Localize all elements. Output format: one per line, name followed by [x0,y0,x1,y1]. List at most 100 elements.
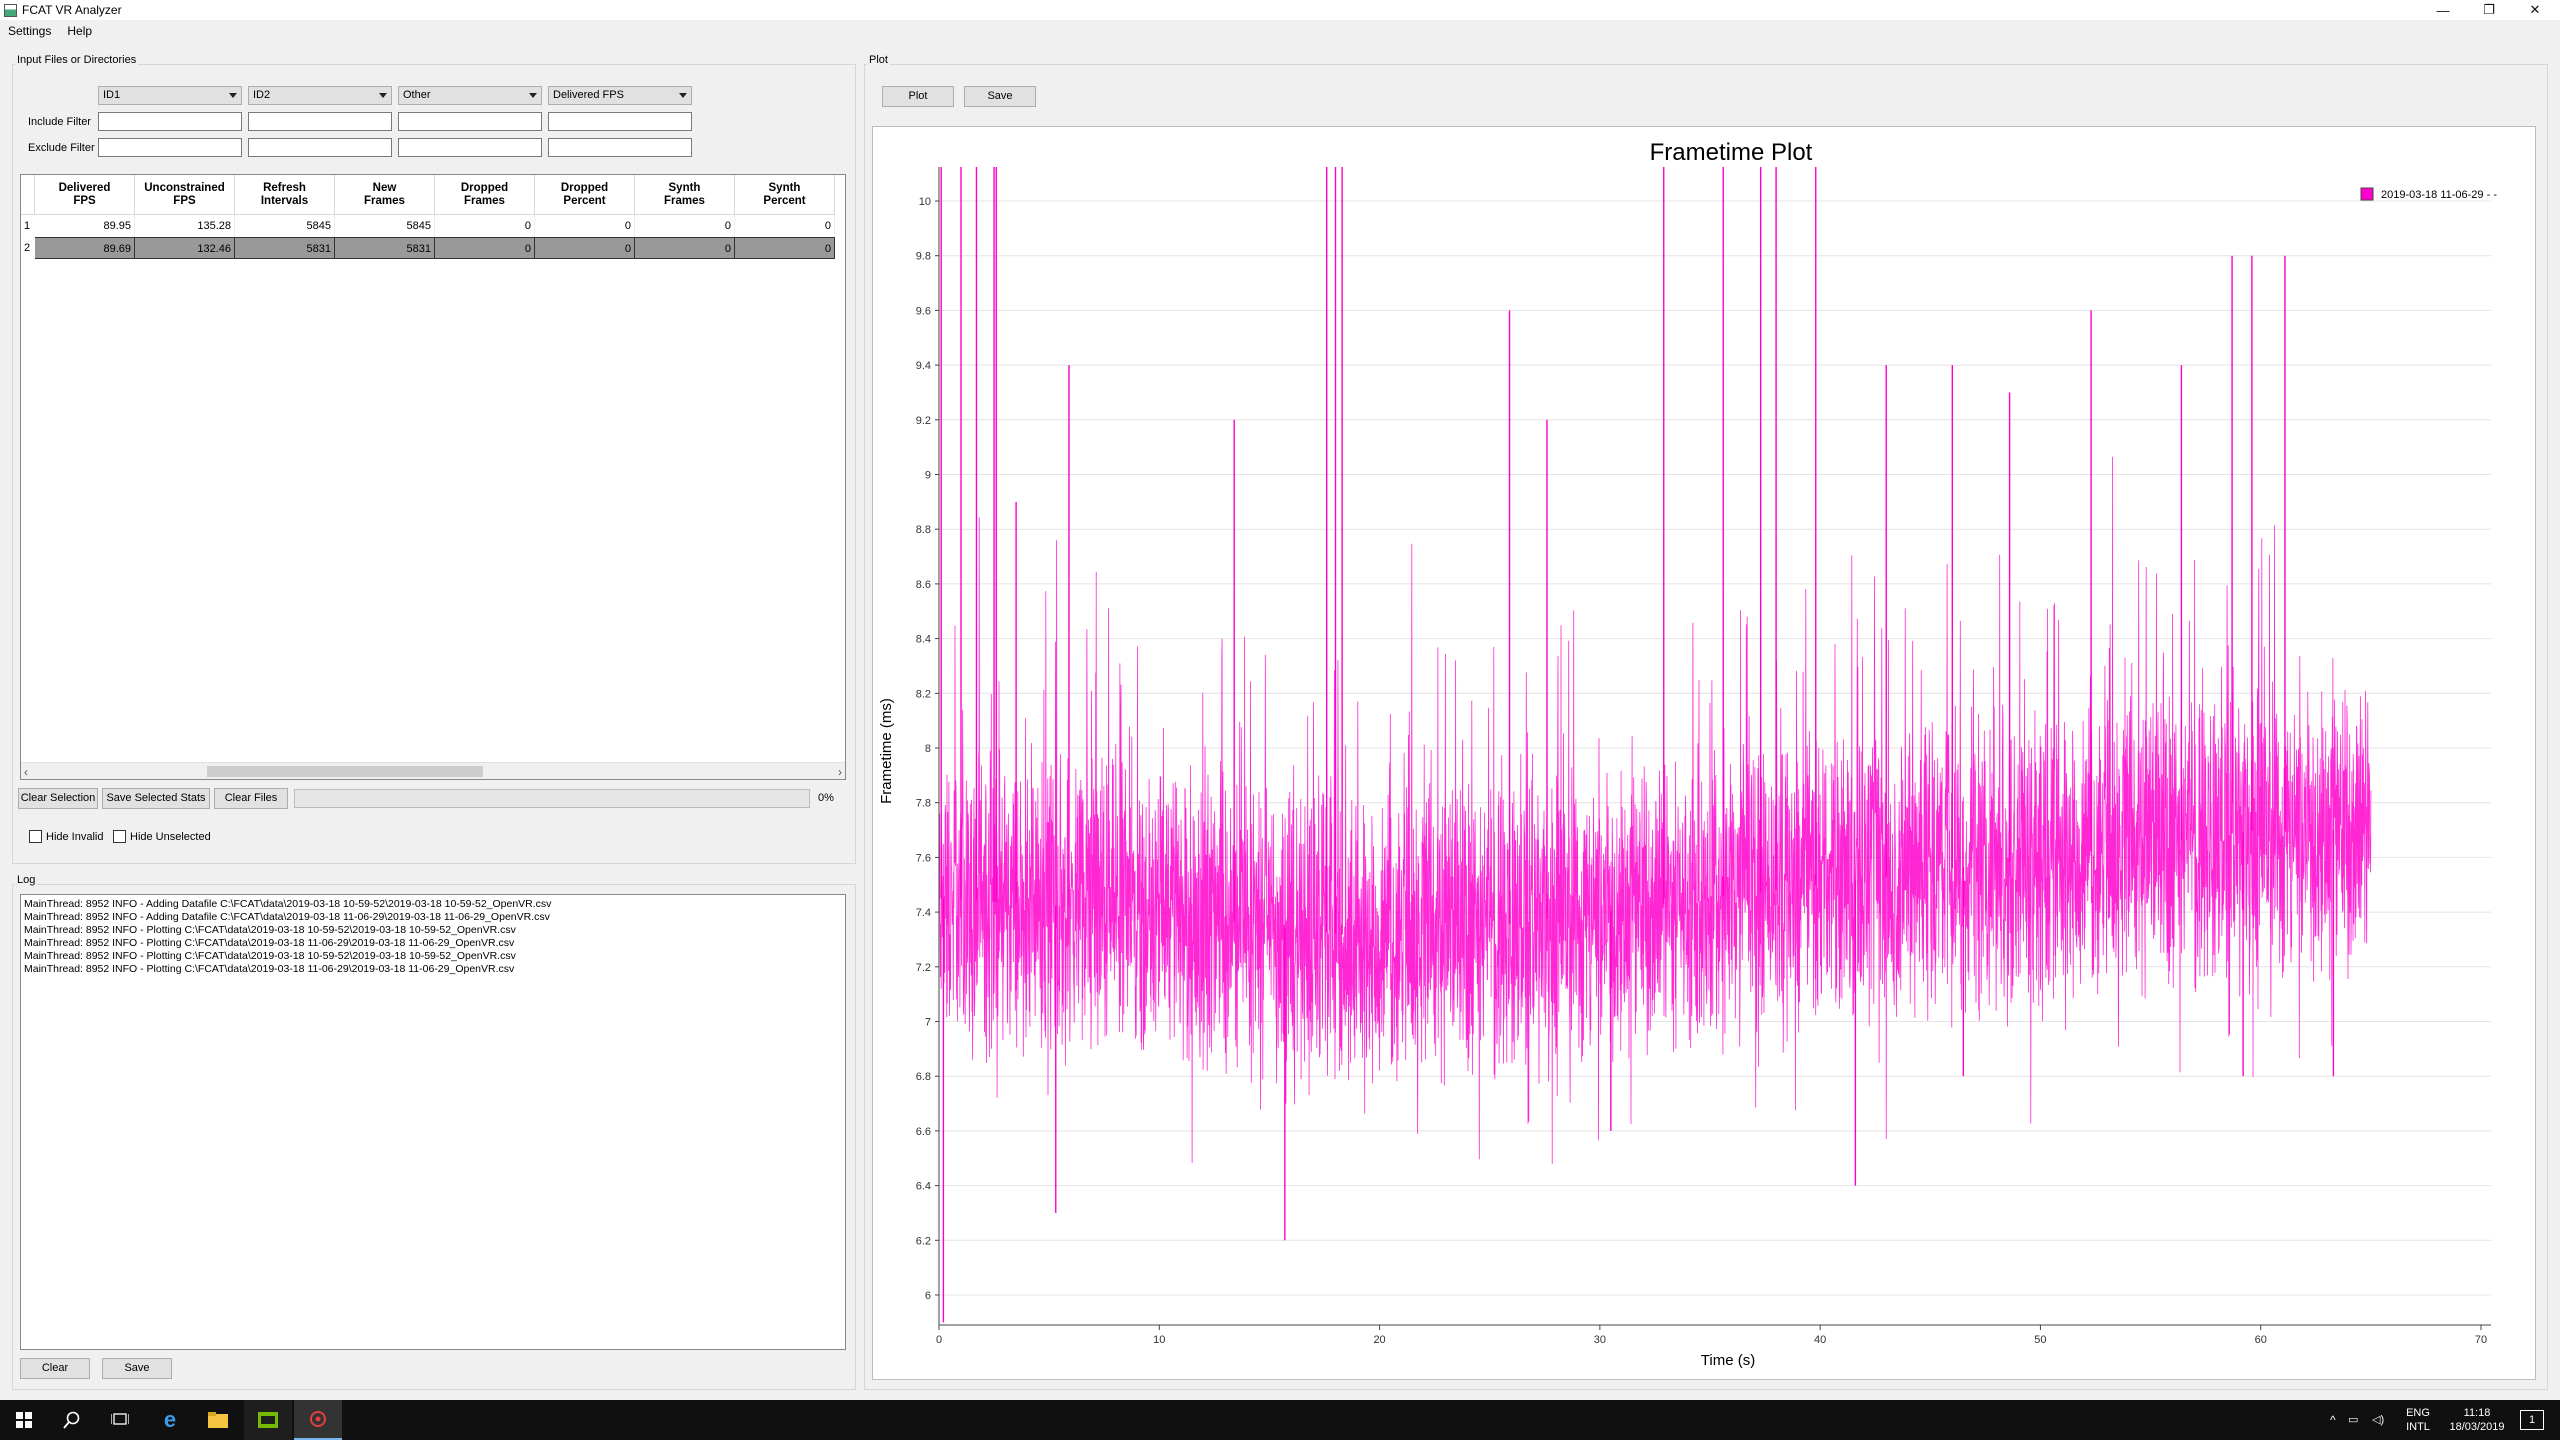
log-clear-button[interactable]: Clear [20,1358,90,1379]
exclude-filter-input-3[interactable] [398,138,542,157]
task-view-icon[interactable] [96,1400,144,1440]
header-line: Percent [563,194,606,207]
table-cell[interactable]: 135.28 [135,215,235,237]
row-number[interactable]: 2 [21,237,35,259]
nvidia-icon[interactable] [244,1400,292,1440]
metric-combo[interactable]: Delivered FPS [548,86,692,105]
table-cell[interactable]: 89.69 [35,237,135,259]
scrollbar-thumb[interactable] [207,766,483,777]
y-tick-label: 7.2 [916,962,931,974]
exclude-filter-input-4[interactable] [548,138,692,157]
save-selected-stats-button[interactable]: Save Selected Stats [102,788,210,809]
edge-icon[interactable]: e [146,1400,194,1440]
header-line: New [372,181,397,194]
search-icon[interactable] [48,1400,96,1440]
column-header[interactable]: New Frames [335,175,435,215]
exclude-filter-input-2[interactable] [248,138,392,157]
menu-settings[interactable]: Settings [0,24,59,38]
frametime-plot[interactable]: 6 6.2 6.4 6.6 6.8 7 7.2 7.4 7.6 7.8 8 8.2 8.4 8.6 8.8 9… [872,126,2536,1380]
column-header[interactable]: Synth Percent [735,175,835,215]
file-explorer-icon[interactable] [194,1400,242,1440]
table-row-selected[interactable]: 2 89.69 132.46 5831 5831 0 0 0 0 [21,237,835,259]
restore-button[interactable]: ❐ [2466,0,2512,20]
clock[interactable]: 11:18 18/03/2019 [2442,1406,2512,1434]
plot-svg: 6 6.2 6.4 6.6 6.8 7 7.2 7.4 7.6 7.8 8 8.2 8.4 8.6 8.8 9… [878,139,2497,1369]
table-cell[interactable]: 0 [535,237,635,259]
include-filter-input-2[interactable] [248,112,392,131]
table-cell[interactable]: 0 [635,237,735,259]
y-tick-label: 9.8 [916,251,931,263]
y-tick-label: 7.8 [916,798,931,810]
column-header[interactable]: Dropped Frames [435,175,535,215]
column-header[interactable]: Unconstrained FPS [135,175,235,215]
table-cell[interactable]: 5845 [335,215,435,237]
scroll-right-icon[interactable]: › [838,765,842,779]
header-line: Synth [668,181,701,194]
notification-icon[interactable]: 1 [2520,1410,2544,1430]
log-save-button[interactable]: Save [102,1358,172,1379]
include-filter-input-3[interactable] [398,112,542,131]
table-cell[interactable]: 0 [735,215,835,237]
y-tick-label: 8.6 [916,579,931,591]
header-line: Refresh [263,181,306,194]
header-line: Intervals [260,194,309,207]
exclude-filter-input-1[interactable] [98,138,242,157]
table-cell[interactable]: 0 [735,237,835,259]
row-number[interactable]: 1 [21,215,35,237]
table-cell[interactable]: 0 [535,215,635,237]
x-tick-label: 10 [1153,1334,1165,1346]
other-combo[interactable]: Other [398,86,542,105]
chart-title: Frametime Plot [1650,139,1813,166]
id2-combo-value: ID2 [253,89,271,101]
header-line: FPS [73,194,96,207]
y-tick-label: 6.4 [916,1181,931,1193]
include-filter-input-1[interactable] [98,112,242,131]
close-button[interactable]: ✕ [2512,0,2558,20]
table-cell[interactable]: 132.46 [135,237,235,259]
minimize-button[interactable]: — [2420,0,2466,20]
header-line: Percent [763,194,806,207]
x-tick-label: 70 [2475,1334,2487,1346]
title-bar: FCAT VR Analyzer — ❐ ✕ [0,0,2560,20]
header-line: Frames [364,194,405,207]
table-cell[interactable]: 5831 [235,237,335,259]
fcat-icon[interactable] [294,1400,342,1440]
tray-overflow-icon[interactable]: ^ [2330,1413,2336,1427]
save-plot-button[interactable]: Save [964,86,1036,107]
header-line: Delivered [58,181,111,194]
column-header[interactable]: Delivered FPS [35,175,135,215]
include-filter-input-4[interactable] [548,112,692,131]
column-header[interactable]: Dropped Percent [535,175,635,215]
clear-files-button[interactable]: Clear Files [214,788,288,809]
table-cell[interactable]: 0 [435,237,535,259]
network-icon[interactable]: ▭ [2348,1413,2358,1427]
scroll-left-icon[interactable]: ‹ [24,765,28,779]
id1-combo[interactable]: ID1 [98,86,242,105]
table-cell[interactable]: 0 [435,215,535,237]
id2-combo[interactable]: ID2 [248,86,392,105]
legend-swatch [2360,187,2374,201]
plot-button[interactable]: Plot [882,86,954,107]
horizontal-scrollbar[interactable]: ‹ › [21,762,845,779]
menu-bar: Settings Help [0,20,2560,42]
hide-unselected-checkbox[interactable] [113,830,126,843]
menu-help[interactable]: Help [59,24,100,38]
table-corner[interactable] [21,175,35,215]
table-cell[interactable]: 5845 [235,215,335,237]
table-cell[interactable]: 5831 [335,237,435,259]
header-line: Frames [464,194,505,207]
table-row[interactable]: 1 89.95 135.28 5845 5845 0 0 0 0 [21,215,835,237]
y-tick-label: 6.6 [916,1126,931,1138]
hide-invalid-checkbox[interactable] [29,830,42,843]
stats-table[interactable]: Delivered FPS Unconstrained FPS Refresh Int… [20,174,846,780]
x-tick-label: 40 [1814,1334,1826,1346]
column-header[interactable]: Refresh Intervals [235,175,335,215]
windows-start-icon[interactable] [0,1400,48,1440]
column-header[interactable]: Synth Frames [635,175,735,215]
volume-icon[interactable]: ◁) [2372,1413,2384,1427]
log-output[interactable]: MainThread: 8952 INFO - Adding Datafile … [20,894,846,1350]
clear-selection-button[interactable]: Clear Selection [18,788,98,809]
table-cell[interactable]: 89.95 [35,215,135,237]
input-language[interactable]: ENG INTL [2398,1406,2438,1434]
table-cell[interactable]: 0 [635,215,735,237]
